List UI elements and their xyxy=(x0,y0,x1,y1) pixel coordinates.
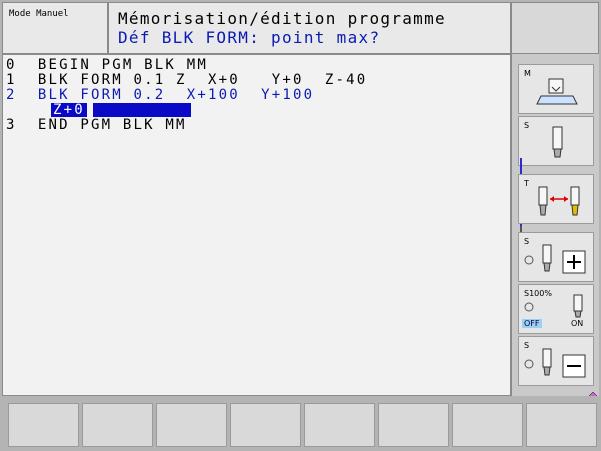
softkey-spindle-plus[interactable]: S xyxy=(518,232,594,282)
tool-change-icon xyxy=(538,186,580,216)
program-editor[interactable]: 0 BEGIN PGM BLK MM 1 BLK FORM 0.1 Z X+0 … xyxy=(2,54,511,396)
softkey-m-function[interactable]: M xyxy=(518,64,594,114)
spindle-m-icon xyxy=(536,78,578,105)
program-edit-row[interactable]: Z+0 xyxy=(6,103,510,118)
override-on-label: ON xyxy=(571,319,584,328)
spindle-plus-icon xyxy=(524,244,586,274)
softkey-bottom-4[interactable] xyxy=(230,403,301,447)
program-line-2[interactable]: 2 BLK FORM 0.2 X+100 Y+100 xyxy=(6,88,510,103)
header-title: Mémorisation/édition programme Déf BLK F… xyxy=(108,2,511,54)
softkey-bottom-5[interactable] xyxy=(304,403,375,447)
spindle-minus-icon xyxy=(524,348,586,378)
override-off-label: OFF xyxy=(522,319,542,328)
softkey-bottom-8[interactable] xyxy=(526,403,597,447)
cnc-screen: Mode Manuel Mémorisation/édition program… xyxy=(0,0,601,451)
program-line-1[interactable]: 1 BLK FORM 0.1 Z X+0 Y+0 Z-40 xyxy=(6,73,510,88)
input-field-cursor[interactable] xyxy=(92,103,191,117)
softkey-bottom-6[interactable] xyxy=(378,403,449,447)
softkey-s-tool[interactable]: S xyxy=(518,116,594,166)
right-softkey-column: M S T S S100% OFF ON S xyxy=(511,54,599,396)
header-right-panel xyxy=(511,2,599,54)
softkey-bottom-1[interactable] xyxy=(8,403,79,447)
softkey-spindle-minus[interactable]: S xyxy=(518,336,594,386)
edit-value-z[interactable]: Z+0 xyxy=(51,103,87,117)
program-line-3[interactable]: 3 END PGM BLK MM xyxy=(6,118,510,133)
mode-label: Mode Manuel xyxy=(9,9,69,19)
program-line-0[interactable]: 0 BEGIN PGM BLK MM xyxy=(6,58,510,73)
softkey-spindle-override[interactable]: S100% OFF ON xyxy=(518,284,594,334)
title-line-2-prompt: Déf BLK FORM: point max? xyxy=(118,28,381,47)
bottom-softkey-bar xyxy=(0,396,601,451)
title-line-1: Mémorisation/édition programme xyxy=(118,9,446,28)
softkey-bottom-7[interactable] xyxy=(452,403,523,447)
tool-s-icon xyxy=(552,126,563,158)
softkey-bottom-3[interactable] xyxy=(156,403,227,447)
softkey-tool-change[interactable]: T xyxy=(518,174,594,224)
mode-indicator: Mode Manuel xyxy=(2,2,108,54)
softkey-bottom-2[interactable] xyxy=(82,403,153,447)
